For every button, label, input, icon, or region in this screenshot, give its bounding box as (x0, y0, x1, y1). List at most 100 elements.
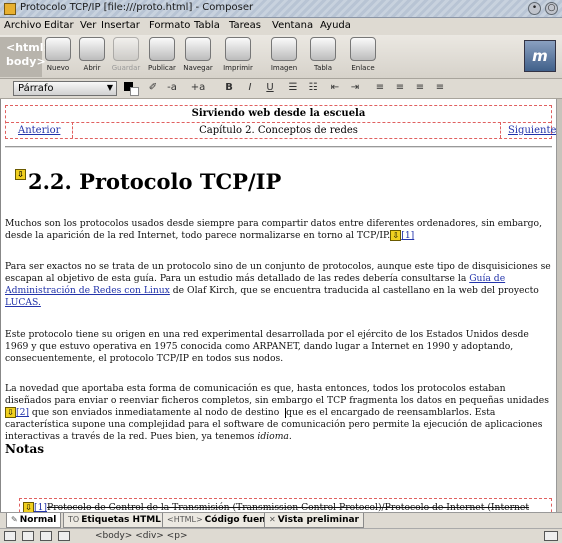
underline-button[interactable]: U (262, 82, 278, 95)
section-heading-text: 2.2. Protocolo TCP/IP (28, 169, 282, 194)
image-icon (271, 37, 297, 61)
notes-table: ⇩ [1]Protocolo de Control de la Transmisi… (19, 498, 552, 512)
tab-html-tags-label: Etiquetas HTML (81, 515, 161, 525)
footnote-link-2[interactable]: [2] (16, 407, 29, 418)
editor-canvas[interactable]: Sirviendo web desde la escuela Capítulo … (0, 99, 556, 512)
link-button-label: Enlace (351, 64, 375, 72)
paragraph-format-select[interactable]: Párrafo ▼ (13, 81, 117, 96)
tab-html-tags[interactable]: TO Etiquetas HTML (63, 513, 166, 528)
note-1-text: Protocolo de Control de la Transmisión (… (47, 502, 530, 512)
section-heading: ⇩ 2.2. Protocolo TCP/IP (15, 169, 281, 194)
paragraph-4-text: La novedad que aportaba esta forma de co… (5, 383, 549, 406)
nav-chapter: Capítulo 2. Conceptos de redes (199, 125, 358, 136)
tab-preview[interactable]: ✕ Vista preliminar (264, 513, 364, 528)
preview-icon: ✕ (269, 515, 276, 524)
vertical-scrollbar[interactable] (556, 99, 562, 512)
title-bar: Protocolo TCP/IP [file:///proto.html] - … (0, 0, 562, 18)
new-document-icon (45, 37, 71, 61)
window-title: Protocolo TCP/IP [file:///proto.html] - … (20, 2, 254, 13)
image-button[interactable]: Imagen (262, 37, 306, 77)
highlight-icon[interactable]: ✐ (145, 82, 161, 95)
outdent-icon[interactable]: ⇤ (327, 82, 343, 95)
paragraph-2-text-middle: de Olaf Kirch, que se encuentra traducid… (169, 285, 539, 296)
paragraph-4-text-middle: que son enviados inmediatamente al nodo … (29, 407, 283, 418)
nav-divider (6, 122, 551, 123)
nav-next-link[interactable]: Siguiente (508, 125, 556, 136)
tags-icon: TO (68, 515, 80, 524)
publish-globe-icon (149, 37, 175, 61)
table-grid-icon (310, 37, 336, 61)
paragraph-2: Para ser exactos no se trata de un proto… (5, 261, 552, 309)
link-chain-icon (350, 37, 376, 61)
menu-tareas[interactable]: Tareas (229, 20, 261, 31)
bullet-list-icon[interactable]: ☰ (285, 82, 301, 95)
larger-font-button[interactable]: +a (190, 82, 206, 95)
pencil-icon: ✎ (11, 515, 18, 524)
menu-ventana[interactable]: Ventana (272, 20, 313, 31)
tag-breadcrumb[interactable]: <body> <div> <p> (95, 531, 187, 541)
lucas-link[interactable]: LUCAS. (5, 297, 41, 308)
tab-normal-label: Normal (19, 515, 57, 525)
link-button[interactable]: Enlace (341, 37, 385, 77)
menu-formato[interactable]: Formato (149, 20, 190, 31)
menu-editar[interactable]: Editar (44, 20, 74, 31)
notes-heading: Notas (5, 442, 45, 456)
folder-open-icon (79, 37, 105, 61)
edit-mode-tabs: ✎ Normal TO Etiquetas HTML <HTML> Código fu… (0, 512, 562, 528)
footnote-link-1[interactable]: [1] (401, 230, 414, 241)
navigator-icon[interactable] (4, 531, 16, 541)
save-disk-icon (113, 37, 139, 61)
note-1: ⇩ [1]Protocolo de Control de la Transmisi… (23, 502, 529, 512)
indent-icon[interactable]: ⇥ (347, 82, 363, 95)
paragraph-1-text: Muchos son los protocolos usados desde s… (5, 218, 542, 241)
chevron-down-icon: ▼ (106, 83, 113, 92)
tab-normal[interactable]: ✎ Normal (6, 513, 62, 528)
align-left-icon[interactable]: ≡ (372, 82, 388, 95)
paragraph-3: Este protocolo tiene su origen en una re… (5, 329, 552, 365)
image-button-label: Imagen (270, 64, 298, 72)
table-button[interactable]: Tabla (301, 37, 345, 77)
status-bar: <body> <div> <p> (0, 528, 562, 543)
composition-toolbar: <html> body> Nuevo Abrir Guardar Publica… (0, 35, 562, 79)
browse-button[interactable]: Navegar (176, 37, 220, 77)
browse-gear-icon (185, 37, 211, 61)
minimize-icon[interactable]: • (528, 2, 541, 15)
smaller-font-button[interactable]: -a (164, 82, 180, 95)
tab-preview-label: Vista preliminar (277, 515, 359, 525)
composer-app-icon (4, 3, 16, 15)
nav-prev-link[interactable]: Anterior (18, 125, 60, 136)
format-toolbar: Párrafo ▼ ✐ -a +a B I U ☰ ☷ ⇤ ⇥ ≡ ≡ ≡ ≡ (0, 79, 562, 99)
italic-button[interactable]: I (242, 82, 258, 95)
nav-title: Sirviendo web desde la escuela (191, 108, 366, 119)
horizontal-rule (5, 146, 552, 148)
note-1-marker[interactable]: [1] (34, 502, 47, 512)
print-button[interactable]: Imprimir (216, 37, 260, 77)
table-button-label: Tabla (313, 64, 333, 72)
print-button-label: Imprimir (223, 64, 253, 72)
printer-icon (225, 37, 251, 61)
align-right-icon[interactable]: ≡ (412, 82, 428, 95)
menu-bar: Archivo Editar Ver Insertar Formato Tabl… (0, 18, 562, 35)
mail-icon[interactable] (22, 531, 34, 541)
background-color-swatch[interactable] (130, 87, 139, 96)
paragraph-format-value: Párrafo (18, 83, 54, 94)
close-icon[interactable]: ○ (545, 2, 558, 15)
anchor-icon[interactable]: ⇩ (15, 169, 26, 180)
menu-tabla[interactable]: Tabla (194, 20, 220, 31)
paragraph-4: La novedad que aportaba esta forma de co… (5, 383, 552, 443)
anchor-icon[interactable]: ⇩ (5, 407, 16, 418)
anchor-icon[interactable]: ⇩ (390, 230, 402, 241)
menu-archivo[interactable]: Archivo (4, 20, 41, 31)
menu-ver[interactable]: Ver (80, 20, 96, 31)
anchor-icon[interactable]: ⇩ (23, 502, 34, 512)
menu-ayuda[interactable]: Ayuda (320, 20, 351, 31)
composer-icon[interactable] (58, 531, 70, 541)
offline-toggle-icon[interactable] (544, 531, 558, 541)
align-center-icon[interactable]: ≡ (392, 82, 408, 95)
addressbook-icon[interactable] (40, 531, 52, 541)
align-justify-icon[interactable]: ≡ (432, 82, 448, 95)
paragraph-3-text: Este protocolo tiene su origen en una re… (5, 329, 529, 364)
bold-button[interactable]: B (221, 82, 237, 95)
menu-insertar[interactable]: Insertar (101, 20, 140, 31)
numbered-list-icon[interactable]: ☷ (305, 82, 321, 95)
